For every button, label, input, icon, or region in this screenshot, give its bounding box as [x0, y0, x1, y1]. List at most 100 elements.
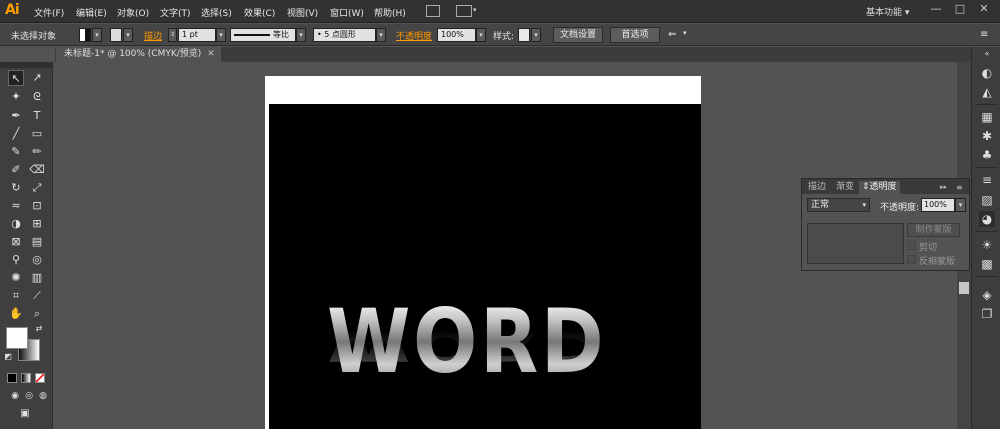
menu-object[interactable]: 对象(O) [117, 6, 149, 19]
magic-wand-tool-icon[interactable]: ✦ [8, 89, 24, 105]
panel-menu-icon[interactable]: ≡ [956, 181, 963, 194]
opacity-field[interactable]: 100% [437, 28, 476, 42]
brushes-panel-icon[interactable]: ✱ [979, 128, 995, 144]
scale-tool-icon[interactable]: ⤢ [29, 180, 45, 196]
tab-gradient[interactable]: 渐变 [836, 181, 854, 194]
gradient-panel-icon[interactable]: ▨ [979, 192, 995, 208]
opacity-label[interactable]: 不透明度 [396, 29, 432, 42]
stroke-label[interactable]: 描边 [144, 29, 162, 42]
stroke-weight-dropdown[interactable]: ▾ [216, 28, 226, 42]
document-tab[interactable]: 未标题-1* @ 100% (CMYK/预览) ✕ [56, 47, 221, 62]
artboard[interactable]: WORD WORD [265, 76, 701, 429]
opacity-dropdown[interactable]: ▾ [476, 28, 486, 42]
hand-tool-icon[interactable]: ✋ [8, 306, 24, 322]
close-window-button[interactable]: ✕ [977, 3, 991, 15]
pen-tool-icon[interactable]: ✒ [8, 108, 24, 124]
artboard-tool-icon[interactable]: ⌗ [8, 288, 24, 304]
pencil-tool-icon[interactable]: ✏ [29, 144, 45, 160]
fill-dropdown[interactable]: ▾ [92, 28, 102, 42]
clip-checkbox[interactable] [907, 241, 916, 250]
brush-dropdown[interactable]: ▾ [376, 28, 386, 42]
align-options-icon[interactable]: ⇐ [668, 29, 676, 40]
column-graph-tool-icon[interactable]: ▥ [29, 270, 45, 286]
mesh-tool-icon[interactable]: ⊠ [8, 234, 24, 250]
blob-brush-tool-icon[interactable]: ✐ [8, 162, 24, 178]
color-mode-icon[interactable] [7, 373, 17, 383]
artwork-text[interactable]: WORD [327, 298, 606, 386]
stroke-weight-stepper[interactable]: ⇕ [168, 28, 177, 42]
background-rectangle[interactable]: WORD WORD [269, 104, 701, 429]
chevron-down-icon[interactable]: ▾ [473, 6, 477, 14]
paintbrush-tool-icon[interactable]: ✎ [8, 144, 24, 160]
symbol-sprayer-tool-icon[interactable]: ✺ [8, 270, 24, 286]
slice-tool-icon[interactable]: ⟋ [29, 288, 45, 304]
shape-builder-tool-icon[interactable]: ◑ [8, 216, 24, 232]
brush-select[interactable]: • 5 点圆形 [313, 28, 376, 42]
maximize-button[interactable]: □ [953, 3, 967, 15]
graphic-styles-panel-icon[interactable]: ▩ [979, 256, 995, 272]
close-tab-icon[interactable]: ✕ [207, 49, 215, 59]
stroke-panel-icon[interactable]: ≡ [979, 172, 995, 188]
graphic-style-dropdown[interactable]: ▾ [531, 28, 541, 42]
rotate-tool-icon[interactable]: ↻ [8, 180, 24, 196]
symbols-panel-icon[interactable]: ♣ [979, 147, 995, 163]
panel-menu-icon[interactable]: ≡ [980, 29, 988, 40]
perspective-grid-tool-icon[interactable]: ⊞ [29, 216, 45, 232]
preferences-button[interactable]: 首选项 [610, 27, 660, 43]
screen-mode-icon[interactable]: ▣ [17, 406, 33, 422]
gradient-mode-icon[interactable] [21, 373, 31, 383]
menu-window[interactable]: 窗口(W) [330, 6, 364, 19]
panel-opacity-field[interactable]: 100% [921, 198, 955, 212]
fill-color-box[interactable] [6, 327, 28, 349]
expand-panel-icon[interactable]: ▸▸ [940, 181, 947, 194]
swap-colors-icon[interactable]: ⇄ [34, 324, 44, 334]
zoom-tool-icon[interactable]: ⌕ [29, 306, 45, 322]
minimize-button[interactable]: — [929, 3, 943, 15]
menu-effect[interactable]: 效果(C) [244, 6, 275, 19]
layers-panel-icon[interactable]: ◈ [979, 287, 995, 303]
type-tool-icon[interactable]: T [29, 108, 45, 124]
blend-mode-select[interactable]: 正常 ▾ [807, 198, 870, 212]
graphic-style-swatch[interactable] [518, 28, 530, 42]
selection-tool-icon[interactable]: ↖ [8, 70, 24, 86]
menu-view[interactable]: 视图(V) [287, 6, 318, 19]
stroke-profile-dropdown[interactable]: ▾ [296, 28, 306, 42]
free-transform-tool-icon[interactable]: ⊡ [29, 198, 45, 214]
direct-selection-tool-icon[interactable]: ↗ [29, 70, 45, 86]
document-setup-button[interactable]: 文档设置 [553, 27, 603, 43]
transparency-panel-icon[interactable]: ◕ [979, 211, 995, 227]
scrollbar-thumb[interactable] [959, 282, 969, 294]
make-mask-button[interactable]: 制作蒙版 [907, 223, 960, 237]
width-tool-icon[interactable]: ≈ [8, 198, 24, 214]
swatches-panel-icon[interactable]: ▦ [979, 109, 995, 125]
stroke-profile-select[interactable]: 等比 [230, 28, 296, 42]
tab-stroke[interactable]: 描边 [808, 181, 826, 194]
menu-file[interactable]: 文件(F) [34, 6, 64, 19]
menu-select[interactable]: 选择(S) [201, 6, 232, 19]
collapse-panels-icon[interactable]: « [979, 49, 995, 59]
workspace-switcher[interactable]: 基本功能 ▾ [866, 5, 909, 18]
appearance-panel-icon[interactable]: ☀ [979, 237, 995, 253]
eyedropper-tool-icon[interactable]: ⚲ [8, 252, 24, 268]
panel-opacity-dropdown[interactable]: ▾ [955, 198, 966, 212]
color-panel-icon[interactable]: ◐ [979, 65, 995, 81]
toolbar-grip[interactable] [0, 62, 53, 68]
bridge-icon[interactable] [426, 5, 440, 17]
none-mode-icon[interactable] [35, 373, 45, 383]
menu-help[interactable]: 帮助(H) [374, 6, 406, 19]
tab-transparency[interactable]: ⇕透明度 [859, 181, 900, 194]
eraser-tool-icon[interactable]: ⌫ [29, 162, 45, 178]
menu-type[interactable]: 文字(T) [160, 6, 191, 19]
lasso-tool-icon[interactable]: ᘓ [29, 89, 45, 105]
blend-tool-icon[interactable]: ◎ [29, 252, 45, 268]
draw-inside-icon[interactable]: ◍ [35, 388, 51, 404]
artboards-panel-icon[interactable]: ❐ [979, 306, 995, 322]
line-tool-icon[interactable]: ╱ [8, 126, 24, 142]
stroke-color-swatch[interactable] [110, 28, 122, 42]
default-colors-icon[interactable]: ◩ [3, 352, 13, 362]
invert-mask-checkbox[interactable] [907, 255, 916, 264]
color-guide-icon[interactable]: ◭ [979, 84, 995, 100]
stroke-weight-field[interactable]: 1 pt [178, 28, 216, 42]
fill-color-swatch[interactable] [79, 28, 91, 42]
rectangle-tool-icon[interactable]: ▭ [29, 126, 45, 142]
